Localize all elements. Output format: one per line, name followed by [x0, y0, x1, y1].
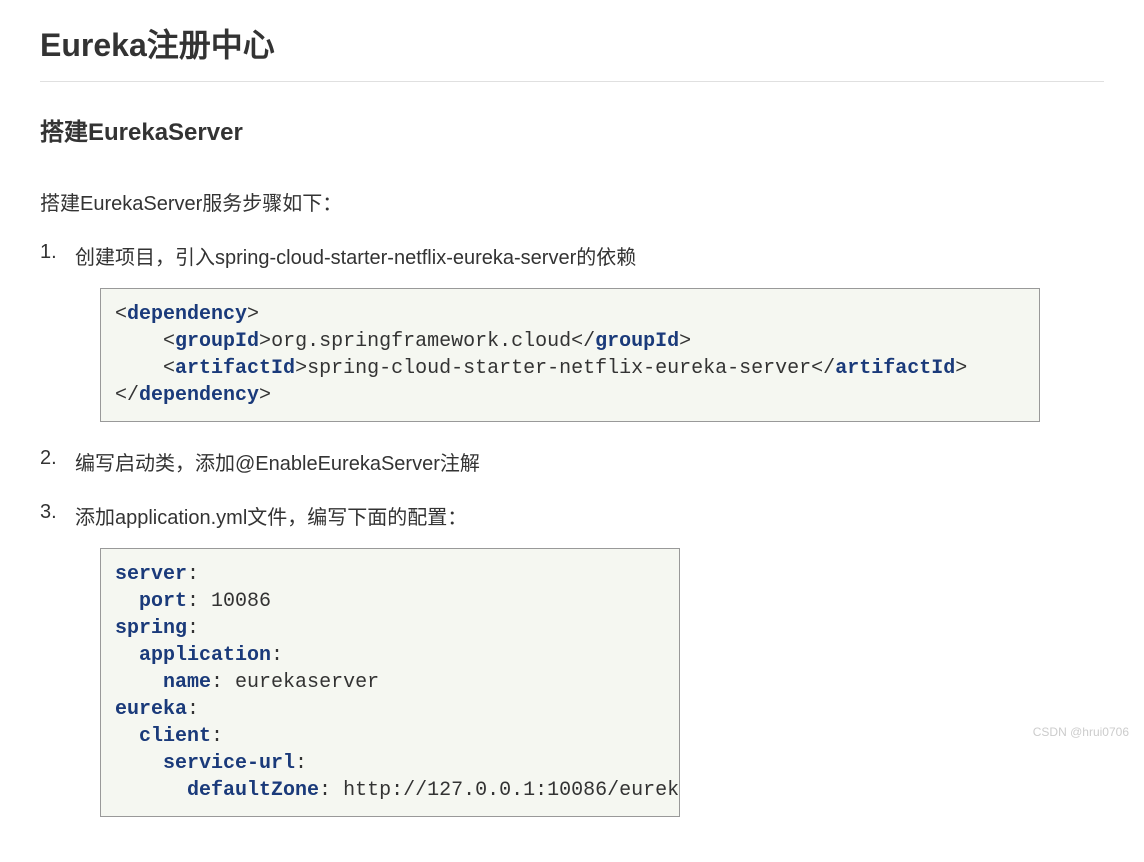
- intro-text: 搭建EurekaServer服务步骤如下：: [40, 187, 1104, 216]
- code-yaml-config: server: port: 10086 spring: application:…: [100, 548, 680, 817]
- page-title: Eureka注册中心: [40, 20, 1104, 82]
- section-title: 搭建EurekaServer: [40, 112, 1104, 147]
- step-3-text: 添加application.yml文件，编写下面的配置：: [75, 507, 467, 529]
- step-3: 添加application.yml文件，编写下面的配置： server: por…: [40, 501, 1104, 817]
- step-1-text: 创建项目，引入spring-cloud-starter-netflix-eure…: [75, 247, 636, 269]
- steps-list: 创建项目，引入spring-cloud-starter-netflix-eure…: [40, 241, 1104, 817]
- step-2: 编写启动类，添加@EnableEurekaServer注解: [40, 447, 1104, 476]
- step-1: 创建项目，引入spring-cloud-starter-netflix-eure…: [40, 241, 1104, 422]
- watermark: CSDN @hrui0706: [1033, 725, 1129, 739]
- step-2-text: 编写启动类，添加@EnableEurekaServer注解: [75, 453, 480, 475]
- code-xml-dependency: <dependency> <groupId>org.springframewor…: [100, 288, 1040, 422]
